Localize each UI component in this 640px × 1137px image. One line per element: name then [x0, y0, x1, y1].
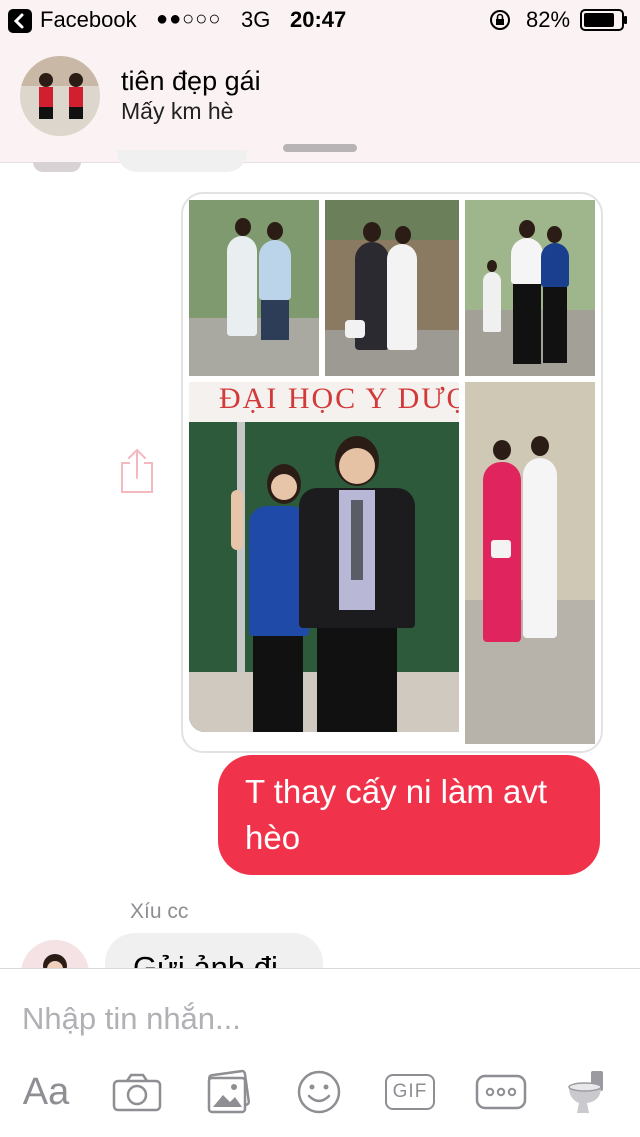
previous-message-bubble: [117, 150, 247, 172]
photo-large[interactable]: ĐẠI HỌC Y DƯỢ: [189, 382, 459, 732]
gif-icon[interactable]: GIF: [380, 1062, 440, 1122]
photo-thumbnail[interactable]: [325, 200, 459, 376]
gif-label: GIF: [392, 1081, 428, 1102]
sent-message-bubble[interactable]: T thay cấy ni làm avt hèo: [218, 755, 600, 875]
photo-banner-text: ĐẠI HỌC Y DƯỢ: [219, 382, 459, 415]
sent-message-text: T thay cấy ni làm avt hèo: [245, 773, 548, 856]
back-app-label[interactable]: Facebook: [40, 7, 137, 33]
more-icon[interactable]: [471, 1062, 531, 1122]
back-icon[interactable]: [8, 9, 32, 33]
drag-handle[interactable]: [283, 144, 357, 152]
battery-icon: [580, 9, 628, 31]
photo-thumbnail[interactable]: [465, 382, 595, 744]
status-bar: Facebook ●●○○○ 3G 20:47 82%: [0, 0, 640, 40]
network-label: 3G: [241, 7, 271, 32]
toilet-icon[interactable]: [556, 1062, 616, 1122]
contact-avatar[interactable]: [20, 56, 100, 136]
conversation-header[interactable]: tiên đẹp gái Mấy km hè: [0, 40, 640, 163]
gallery-icon[interactable]: [198, 1062, 258, 1122]
camera-icon[interactable]: [107, 1062, 167, 1122]
battery-percent: 82%: [526, 7, 571, 32]
text-style-button[interactable]: Aa: [16, 1062, 76, 1122]
text-style-label: Aa: [22, 1070, 70, 1113]
previous-message-avatar: [33, 162, 81, 172]
photo-thumbnail[interactable]: [189, 200, 319, 376]
received-message-clip: Gửi ảnh đi: [105, 933, 325, 968]
received-message-text: Gửi ảnh đi: [133, 950, 278, 968]
photo-collage[interactable]: ĐẠI HỌC Y DƯỢ: [181, 192, 603, 753]
contact-status: Mấy km hè: [121, 98, 234, 124]
rotation-lock-icon: [489, 9, 511, 31]
emoji-icon[interactable]: [289, 1062, 349, 1122]
message-input[interactable]: [20, 993, 624, 1045]
contact-name[interactable]: tiên đẹp gái: [121, 66, 261, 97]
photo-thumbnail[interactable]: [465, 200, 595, 376]
clock: 20:47: [290, 7, 347, 32]
signal-icon: ●●○○○: [156, 8, 222, 30]
sender-name: Xíu cc: [130, 900, 189, 923]
received-message-bubble[interactable]: Gửi ảnh đi: [105, 933, 323, 968]
share-icon[interactable]: [117, 445, 157, 495]
